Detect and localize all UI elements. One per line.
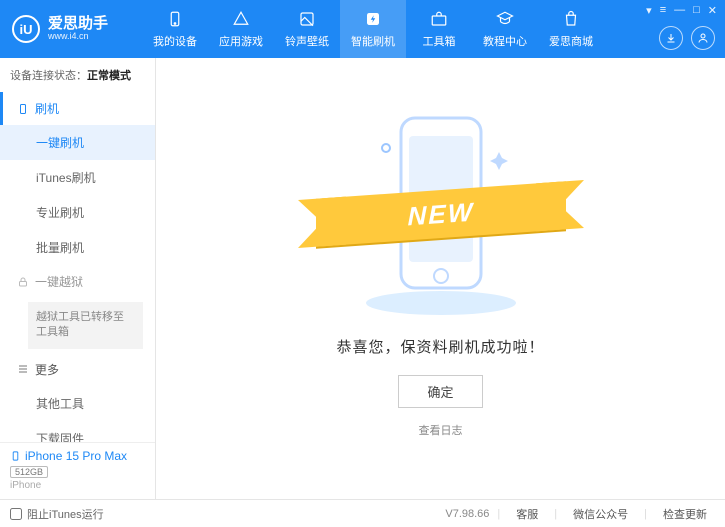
titlebar: iU 爱思助手 www.i4.cn 我的设备 应用游戏 铃声壁纸 智能刷机 工具… (0, 0, 725, 58)
device-capacity: 512GB (10, 466, 48, 478)
sidebar-section-flash[interactable]: 刷机 (0, 92, 155, 125)
sidebar-item-oneclick-flash[interactable]: 一键刷机 (0, 125, 155, 160)
nav-my-device[interactable]: 我的设备 (142, 0, 208, 58)
logo-icon: iU (12, 15, 40, 43)
maximize-icon[interactable]: □ (693, 4, 700, 17)
app-subtitle: www.i4.cn (48, 32, 108, 42)
nav-label: 应用游戏 (219, 33, 263, 49)
nav-label: 智能刷机 (351, 33, 395, 49)
lock-icon (17, 276, 29, 288)
block-itunes-checkbox[interactable]: 阻止iTunes运行 (10, 506, 104, 522)
sidebar-item-pro-flash[interactable]: 专业刷机 (0, 195, 155, 230)
success-message: 恭喜您，保资料刷机成功啦！ (336, 336, 544, 357)
tray-menu-icon[interactable]: ▾ (646, 4, 652, 17)
nav-label: 铃声壁纸 (285, 33, 329, 49)
menu-icon (17, 363, 29, 375)
sidebar-item-other-tools[interactable]: 其他工具 (0, 386, 155, 421)
device-icon (165, 9, 185, 29)
sidebar-item-itunes-flash[interactable]: iTunes刷机 (0, 160, 155, 195)
phone-icon (10, 449, 21, 463)
status-bar: 阻止iTunes运行 V7.98.66 | 客服 | 微信公众号 | 检查更新 (0, 499, 725, 527)
app-title: 爱思助手 (48, 16, 108, 33)
nav-ringtones[interactable]: 铃声壁纸 (274, 0, 340, 58)
success-illustration: NEW (346, 108, 536, 318)
app-logo: iU 爱思助手 www.i4.cn (12, 15, 142, 43)
ok-button[interactable]: 确定 (398, 375, 482, 408)
footer-support-link[interactable]: 客服 (508, 506, 546, 522)
view-log-link[interactable]: 查看日志 (419, 422, 463, 438)
main-panel: NEW 恭喜您，保资料刷机成功啦！ 确定 查看日志 (156, 58, 725, 499)
nav-label: 爱思商城 (549, 33, 593, 49)
tray-list-icon[interactable]: ≡ (660, 4, 666, 17)
minimize-icon[interactable]: — (674, 4, 685, 17)
user-button[interactable] (691, 26, 715, 50)
device-name[interactable]: iPhone 15 Pro Max (10, 449, 145, 463)
nav-toolbox[interactable]: 工具箱 (406, 0, 472, 58)
nav-store[interactable]: 爱思商城 (538, 0, 604, 58)
toolbox-icon (429, 9, 449, 29)
close-icon[interactable]: ✕ (708, 4, 717, 17)
download-button[interactable] (659, 26, 683, 50)
tutorial-icon (495, 9, 515, 29)
wallpaper-icon (297, 9, 317, 29)
nav-flash[interactable]: 智能刷机 (340, 0, 406, 58)
store-icon (561, 9, 581, 29)
nav-apps[interactable]: 应用游戏 (208, 0, 274, 58)
nav-label: 我的设备 (153, 33, 197, 49)
sidebar-item-download-fw[interactable]: 下载固件 (0, 421, 155, 442)
device-type: iPhone (10, 480, 145, 491)
footer-wechat-link[interactable]: 微信公众号 (565, 506, 636, 522)
version-label: V7.98.66 (445, 508, 489, 520)
apps-icon (231, 9, 251, 29)
window-tray: ▾ ≡ — □ ✕ (646, 4, 717, 17)
sidebar: 设备连接状态：正常模式 刷机 一键刷机 iTunes刷机 专业刷机 批量刷机 一… (0, 58, 156, 499)
device-info: iPhone 15 Pro Max 512GB iPhone (0, 442, 155, 499)
sidebar-section-jailbreak[interactable]: 一键越狱 (0, 265, 155, 298)
nav-label: 教程中心 (483, 33, 527, 49)
top-nav: 我的设备 应用游戏 铃声壁纸 智能刷机 工具箱 教程中心 爱思商城 (142, 0, 604, 58)
flash-icon (363, 9, 383, 29)
jailbreak-note: 越狱工具已转移至 工具箱 (28, 302, 143, 349)
sidebar-item-batch-flash[interactable]: 批量刷机 (0, 230, 155, 265)
nav-tutorials[interactable]: 教程中心 (472, 0, 538, 58)
phone-icon (17, 103, 29, 115)
sidebar-section-more[interactable]: 更多 (0, 353, 155, 386)
footer-update-link[interactable]: 检查更新 (655, 506, 715, 522)
nav-label: 工具箱 (423, 33, 456, 49)
connection-status: 设备连接状态：正常模式 (0, 58, 155, 92)
